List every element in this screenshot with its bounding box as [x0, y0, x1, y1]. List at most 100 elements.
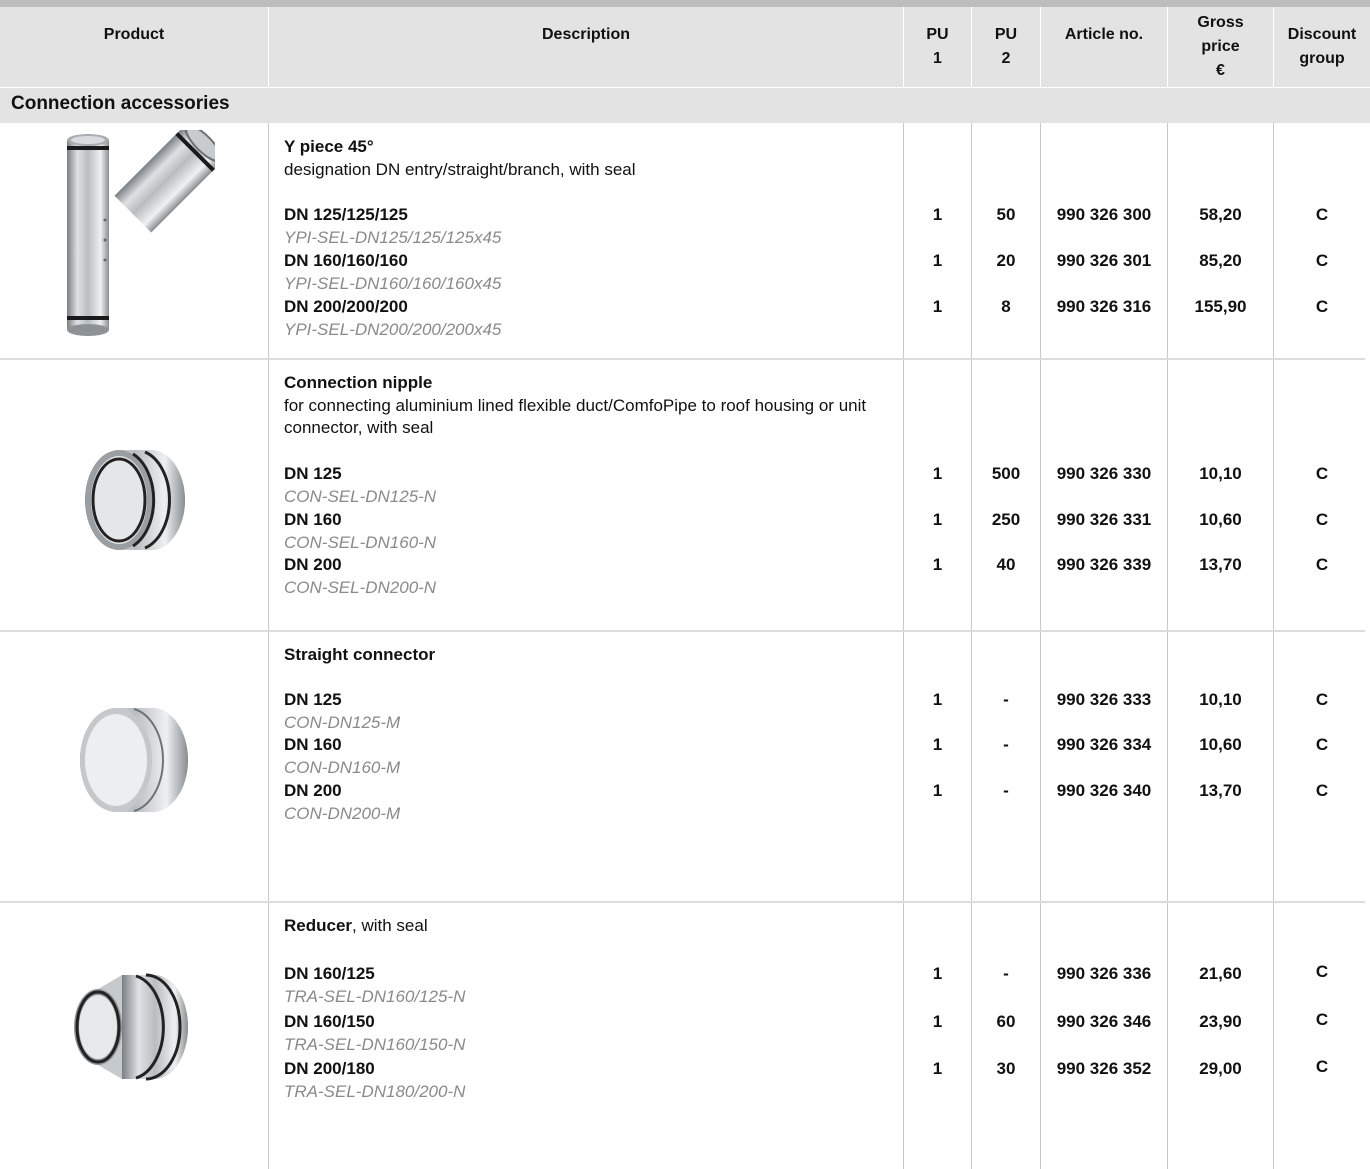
variant-name: DN 160/150: [284, 1012, 375, 1031]
variant-pu2: 50: [996, 205, 1016, 224]
variant-code: CON-SEL-DN125-N: [284, 487, 437, 506]
section-title: Connection accessories: [11, 93, 230, 114]
product-title-text: Connection nipple: [284, 373, 433, 392]
variant-pu2: 8: [1001, 297, 1011, 316]
variant-discount-group: C: [1315, 735, 1329, 754]
header-discount-line2: group: [1299, 50, 1345, 67]
variant-name: DN 125/125/125: [284, 205, 408, 224]
variant-discount-group: C: [1315, 962, 1329, 981]
variant-price: 13,70: [1199, 555, 1242, 574]
variant-discount-group: C: [1315, 690, 1329, 709]
variant-code: CON-SEL-DN200-N: [284, 578, 437, 597]
variant-pu1: 1: [932, 464, 943, 483]
variant-discount-group: C: [1315, 251, 1329, 270]
variant-pu1: 1: [932, 510, 943, 529]
header-discount-cell: Discount group: [1274, 7, 1370, 87]
header-price-line2: price: [1201, 38, 1240, 55]
variant-article-no: 990 326 339: [1056, 555, 1152, 574]
header-price-line3: €: [1216, 62, 1225, 79]
product-title-text: Y piece 45°: [284, 137, 374, 156]
variant-discount-group: C: [1315, 1010, 1329, 1029]
header-price-line1: Gross: [1197, 14, 1244, 31]
y-piece-image: [67, 130, 215, 336]
variant-name: DN 125: [284, 464, 342, 483]
variant-code: CON-DN200-M: [284, 804, 401, 823]
header-article: Article no.: [1064, 26, 1144, 43]
product-title: Reducer, with seal: [284, 916, 428, 936]
variant-price: 10,10: [1199, 690, 1242, 709]
variant-discount-group: C: [1315, 555, 1329, 574]
variant-price: 10,60: [1199, 510, 1242, 529]
variant-code: TRA-SEL-DN160/125-N: [284, 987, 466, 1006]
variant-pu2: 30: [996, 1059, 1016, 1078]
header-pu1-line1: PU: [926, 26, 949, 43]
variant-code: CON-DN160-M: [284, 758, 401, 777]
variant-article-no: 990 326 331: [1056, 510, 1152, 529]
header-discount-line1: Discount: [1287, 26, 1357, 43]
variant-discount-group: C: [1315, 510, 1329, 529]
variant-code: TRA-SEL-DN180/200-N: [284, 1082, 466, 1101]
variant-article-no: 990 326 336: [1056, 964, 1152, 983]
product-title-text: Reducer: [284, 916, 353, 935]
variant-name: DN 200: [284, 555, 342, 574]
variant-name: DN 160: [284, 510, 342, 529]
variant-pu2: -: [1003, 690, 1009, 709]
variant-name: DN 200/200/200: [284, 297, 408, 316]
variant-article-no: 990 326 340: [1056, 781, 1152, 800]
variant-price: 85,20: [1199, 251, 1242, 270]
variant-name: DN 200: [284, 781, 342, 800]
variant-price: 10,10: [1199, 464, 1242, 483]
variant-pu1: 1: [932, 555, 943, 574]
variant-pu2: -: [1003, 781, 1009, 800]
variant-name: DN 160/160/160: [284, 251, 408, 270]
header-pu1-cell: PU 1: [904, 7, 971, 87]
row-divider: [0, 630, 1365, 632]
product-title: Straight connector: [284, 645, 435, 665]
header-top-bar: [0, 0, 1370, 7]
variant-pu2: -: [1003, 964, 1009, 983]
variant-article-no: 990 326 300: [1056, 205, 1152, 224]
variant-price: 23,90: [1199, 1012, 1242, 1031]
variant-article-no: 990 326 301: [1056, 251, 1152, 270]
variant-pu1: 1: [932, 297, 943, 316]
variant-pu2: 250: [991, 510, 1021, 529]
variant-pu1: 1: [932, 251, 943, 270]
variant-name: DN 160/125: [284, 964, 375, 983]
header-pu2-cell: PU 2: [972, 7, 1040, 87]
variant-name: DN 160: [284, 735, 342, 754]
product-description: designation DN entry/straight/branch, wi…: [284, 160, 636, 179]
variant-code: YPI-SEL-DN125/125/125x45: [284, 228, 502, 247]
header-description: Description: [541, 26, 630, 43]
header-price-cell: Gross price €: [1168, 7, 1273, 87]
variant-pu1: 1: [932, 735, 943, 754]
variant-code: TRA-SEL-DN160/150-N: [284, 1035, 466, 1054]
variant-code: YPI-SEL-DN200/200/200x45: [284, 320, 502, 339]
header-article-cell: Article no.: [1041, 7, 1167, 87]
variant-price: 58,20: [1199, 205, 1242, 224]
row-divider: [0, 901, 1365, 903]
variant-article-no: 990 326 352: [1056, 1059, 1152, 1078]
variant-pu1: 1: [932, 1059, 943, 1078]
header-divider: [903, 7, 904, 87]
variant-pu2: 40: [996, 555, 1016, 574]
header-product: Product: [103, 26, 165, 43]
product-title-text: Straight connector: [284, 645, 436, 664]
variant-discount-group: C: [1315, 781, 1329, 800]
variant-pu1: 1: [932, 1012, 943, 1031]
variant-code: CON-SEL-DN160-N: [284, 533, 437, 552]
header-description-cell: Description: [269, 7, 903, 87]
variant-pu2: 60: [996, 1012, 1016, 1031]
variant-article-no: 990 326 346: [1056, 1012, 1152, 1031]
header-divider: [1273, 7, 1274, 87]
variant-discount-group: C: [1315, 297, 1329, 316]
variant-article-no: 990 326 333: [1056, 690, 1152, 709]
variant-discount-group: C: [1315, 1057, 1329, 1076]
variant-pu1: 1: [932, 690, 943, 709]
reducer-image: [74, 973, 188, 1081]
variant-pu2: -: [1003, 735, 1009, 754]
header-product-cell: Product: [0, 7, 268, 87]
variant-discount-group: C: [1315, 205, 1329, 224]
column-divider: [268, 123, 269, 1169]
variant-pu2: 500: [991, 464, 1021, 483]
connection-nipple-image: [85, 450, 185, 550]
